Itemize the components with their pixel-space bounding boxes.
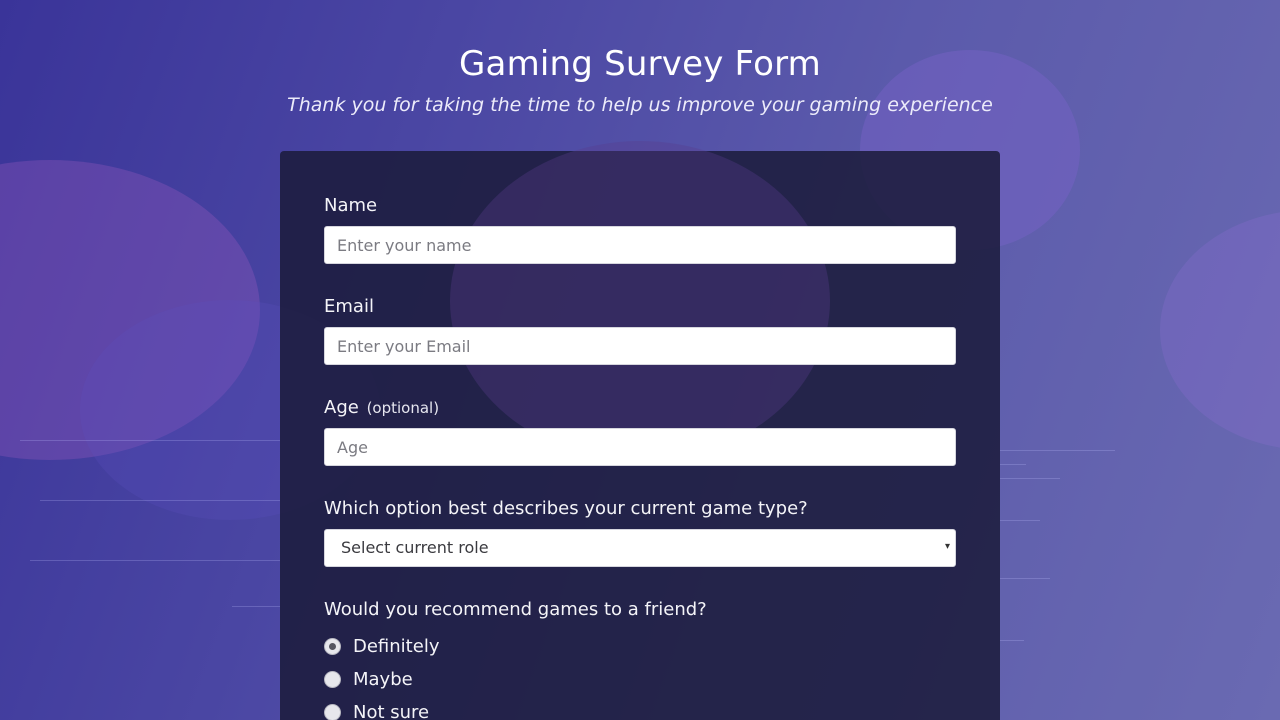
email-input[interactable]	[324, 327, 956, 365]
name-input[interactable]	[324, 226, 956, 264]
recommend-field-group: Would you recommend games to a friend? D…	[324, 599, 956, 720]
name-field-group: Name	[324, 195, 956, 264]
background-line	[1000, 450, 1115, 451]
email-field-group: Email	[324, 296, 956, 365]
page-subtitle: Thank you for taking the time to help us…	[287, 94, 993, 116]
age-optional-hint: (optional)	[366, 399, 440, 417]
game-type-select[interactable]: Select current role	[324, 529, 956, 567]
age-input[interactable]	[324, 428, 956, 466]
recommend-label: Would you recommend games to a friend?	[324, 599, 707, 620]
background-line	[30, 560, 280, 561]
background-line	[1000, 478, 1060, 479]
background-line	[232, 606, 280, 607]
radio-option-maybe[interactable]: Maybe	[324, 663, 956, 696]
background-line	[1000, 464, 1026, 465]
page-header: Gaming Survey Form Thank you for taking …	[0, 44, 1280, 116]
background-line	[1000, 578, 1050, 579]
age-label: Age	[324, 397, 359, 418]
email-label: Email	[324, 296, 374, 317]
radio-button-not-sure[interactable]	[324, 704, 341, 720]
background-line	[1000, 640, 1024, 641]
survey-form: Name Email Age (optional) Which option b…	[280, 141, 1000, 720]
recommend-radio-group: Definitely Maybe Not sure	[324, 630, 956, 720]
background-line	[40, 500, 280, 501]
radio-option-definitely[interactable]: Definitely	[324, 630, 956, 663]
page-title: Gaming Survey Form	[458, 44, 821, 84]
radio-label-maybe: Maybe	[353, 669, 413, 690]
radio-label-not-sure: Not sure	[353, 702, 430, 720]
age-label-wrapper: Age (optional)	[324, 397, 956, 419]
background-line	[20, 440, 280, 441]
radio-button-definitely[interactable]	[324, 638, 341, 655]
game-type-select-wrapper[interactable]: Select current role ▾	[324, 529, 956, 567]
radio-option-not-sure[interactable]: Not sure	[324, 696, 956, 720]
game-type-field-group: Which option best describes your current…	[324, 498, 956, 567]
background-line	[1000, 520, 1040, 521]
chevron-down-icon: ▾	[944, 541, 950, 552]
radio-label-definitely: Definitely	[353, 636, 440, 657]
game-type-label: Which option best describes your current…	[324, 498, 808, 519]
background-hill	[1160, 210, 1280, 450]
radio-button-maybe[interactable]	[324, 671, 341, 688]
age-field-group: Age (optional)	[324, 397, 956, 466]
name-label: Name	[324, 195, 378, 216]
